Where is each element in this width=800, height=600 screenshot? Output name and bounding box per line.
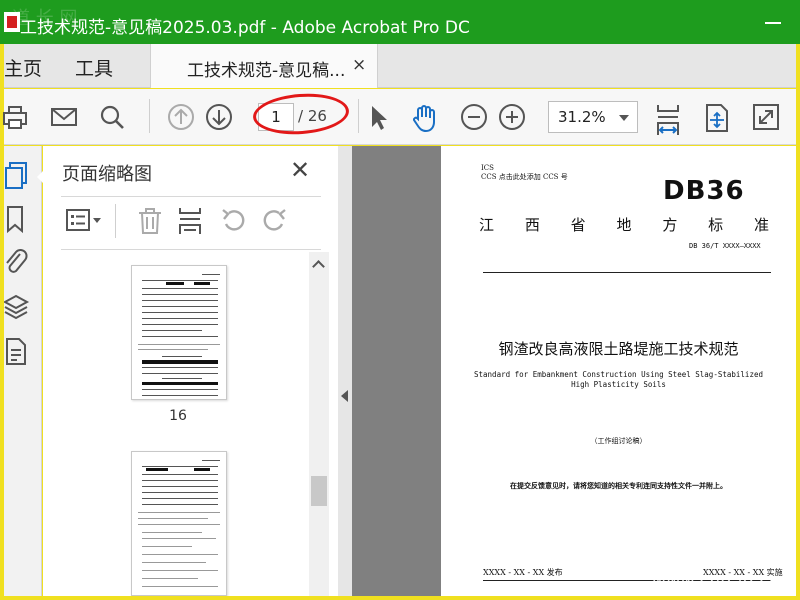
options-menu-icon[interactable]: [65, 206, 105, 236]
attachment-icon[interactable]: [4, 248, 30, 278]
scrollbar-thumb[interactable]: [311, 476, 327, 506]
ics-label: ICS: [481, 164, 494, 172]
print-icon[interactable]: [2, 103, 30, 131]
document-properties-icon[interactable]: [4, 336, 30, 366]
bookmark-icon[interactable]: [4, 204, 30, 234]
thumbnail-tools: [61, 202, 323, 242]
province-char: 地: [616, 216, 632, 234]
menu-home[interactable]: 主页: [4, 54, 42, 81]
menu-tab-bar: 主页 工具 工技术规范-意见稿... ×: [4, 44, 796, 88]
main-toolbar: 1 / 26 31.2%: [2, 89, 796, 145]
rotate-right-icon[interactable]: [259, 206, 289, 236]
province-char: 标: [708, 216, 724, 234]
zoom-out-icon[interactable]: [460, 103, 488, 131]
toolbar-separator: [115, 204, 116, 238]
standard-title-cn: 钢渣改良高液限土路堤施工技术规范: [498, 340, 739, 358]
toolbar-separator: [358, 99, 359, 133]
insert-page-icon[interactable]: [175, 206, 205, 236]
db-mark: DB36: [663, 176, 745, 206]
zoom-value: 31.2%: [558, 108, 606, 126]
page-thumbnails-icon[interactable]: [4, 160, 30, 190]
hand-tool-icon[interactable]: [410, 103, 438, 133]
standard-title-en-line2: High Plasticity Soils: [571, 380, 666, 389]
scroll-up-icon[interactable]: [312, 260, 325, 273]
tab-close-icon[interactable]: ×: [352, 55, 366, 75]
collapse-panel-handle[interactable]: [338, 146, 352, 596]
province-char: 西: [524, 216, 540, 234]
navigation-pane: [4, 146, 46, 596]
next-page-icon[interactable]: [205, 103, 233, 131]
ccs-label: CCS 点击此处添加 CCS 号: [481, 173, 568, 181]
draft-note: （工作组讨论稿）: [590, 437, 647, 445]
delete-page-icon[interactable]: [135, 206, 165, 236]
province-heading: 江 西 省 地 方 标 准: [479, 214, 769, 235]
thumbnail-list: 16: [43, 252, 309, 596]
zoom-select[interactable]: 31.2%: [548, 101, 638, 133]
page-thumbnail[interactable]: [131, 265, 227, 400]
panel-title: 页面缩略图: [62, 164, 152, 185]
document-viewport: ICS CCS 点击此处添加 CCS 号 DB36 江 西 省 地 方 标 准 …: [338, 146, 796, 596]
previous-page-icon[interactable]: [167, 103, 195, 131]
watermark-text: www.cndao.com: [652, 572, 798, 592]
thumbnail-page-number: 16: [169, 408, 187, 424]
province-char: 江: [479, 216, 495, 234]
document-page: ICS CCS 点击此处添加 CCS 号 DB36 江 西 省 地 方 标 准 …: [441, 146, 796, 596]
chevron-down-icon: [619, 115, 629, 121]
annotation-circle: [251, 90, 351, 138]
document-tab-label: 工技术规范-意见稿...: [187, 61, 346, 81]
layers-icon[interactable]: [4, 292, 30, 322]
patent-notice: 在提交反馈意见时，请将您知道的相关专利连同支持性文件一并附上。: [510, 481, 727, 490]
email-icon[interactable]: [50, 103, 78, 131]
minimize-icon[interactable]: [765, 22, 781, 24]
select-cursor-icon[interactable]: [364, 103, 392, 131]
full-screen-icon[interactable]: [752, 103, 780, 131]
page-thumbnail[interactable]: [131, 451, 227, 596]
rotate-left-icon[interactable]: [219, 206, 249, 236]
standard-title-en-line1: Standard for Embankment Construction Usi…: [474, 370, 763, 379]
title-bar: 道 长 网 工技术规范-意见稿2025.03.pdf - Adobe Acrob…: [0, 0, 800, 44]
document-tab[interactable]: 工技术规范-意见稿... ×: [150, 44, 378, 88]
thumbnail-panel: 页面缩略图 ✕ 16: [43, 146, 338, 596]
collapse-arrow-icon[interactable]: [341, 390, 348, 402]
thumbnail-scrollbar[interactable]: [309, 252, 329, 596]
toolbar-separator: [149, 99, 150, 133]
header-rule: [483, 272, 771, 273]
issue-date: XXXX - XX - XX 发布: [483, 568, 563, 577]
fit-width-icon[interactable]: [654, 103, 682, 135]
divider: [61, 249, 321, 250]
divider: [61, 196, 321, 197]
fit-page-icon[interactable]: [703, 103, 731, 132]
province-char: 准: [753, 216, 769, 234]
acrobat-app-icon: [4, 12, 20, 32]
window-title: 工技术规范-意见稿2025.03.pdf - Adobe Acrobat Pro…: [20, 18, 470, 38]
search-icon[interactable]: [98, 103, 126, 131]
province-char: 方: [662, 216, 678, 234]
province-char: 省: [570, 216, 586, 234]
zoom-in-icon[interactable]: [498, 103, 526, 131]
close-icon[interactable]: ✕: [290, 156, 310, 184]
menu-tools[interactable]: 工具: [75, 54, 113, 81]
standard-code: DB 36/T XXXX—XXXX: [689, 242, 761, 250]
